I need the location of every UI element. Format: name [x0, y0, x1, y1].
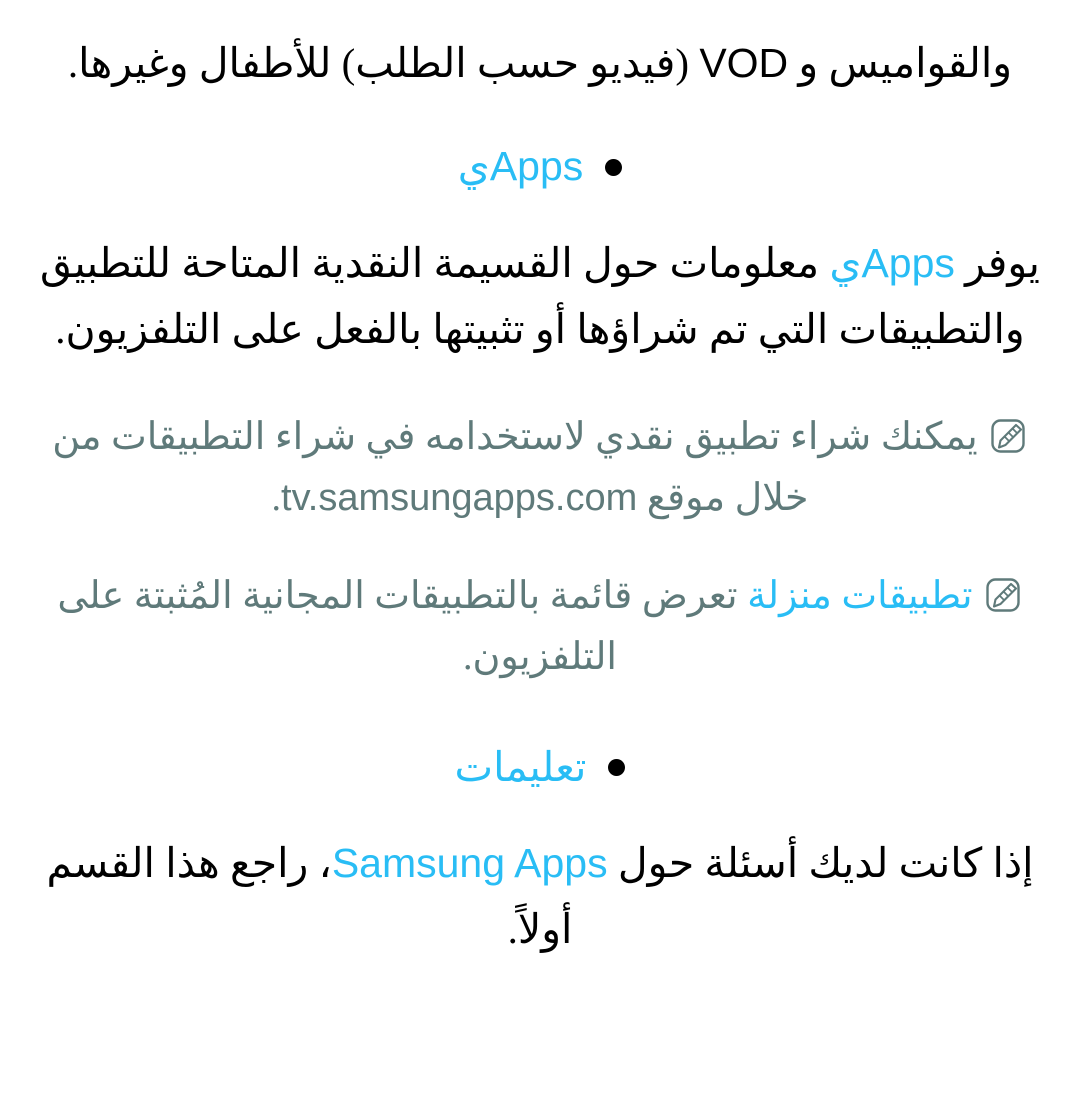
bullet-dot-icon	[605, 158, 623, 176]
apps-desc-arabic-tail: ي	[829, 239, 862, 286]
instructions-paragraph: إذا كانت لديك أسئلة حول Samsung Apps، را…	[28, 830, 1052, 963]
intro-prefix-text: والقواميس و	[788, 40, 1013, 86]
note-pencil-icon	[988, 416, 1028, 456]
samsung-apps-label: Samsung Apps	[331, 840, 608, 886]
apps-latin-text: Apps	[489, 143, 584, 190]
instructions-before: إذا كانت لديك أسئلة حول	[607, 840, 1034, 886]
intro-continued-paragraph: والقواميس و VOD (فيديو حسب الطلب) للأطفا…	[28, 30, 1052, 96]
note-pencil-icon	[983, 575, 1023, 615]
intro-suffix-text: (فيديو حسب الطلب) للأطفال وغيرها.	[67, 40, 700, 86]
apps-arabic-suffix: ي	[457, 143, 490, 190]
section-heading-apps: Appsي	[28, 140, 1052, 193]
section-heading-instructions-label: تعليمات	[454, 743, 587, 790]
note-2-text-after: تعرض قائمة بالتطبيقات المجانية المُثبتة …	[57, 574, 748, 679]
note-2-accent-term: تطبيقات منزلة	[747, 574, 973, 617]
note-downloaded-apps: تطبيقات منزلة تعرض قائمة بالتطبيقات المج…	[28, 566, 1052, 689]
samsung-apps-url: tv.samsungapps.com	[281, 477, 638, 520]
apps-desc-before: يوفر	[954, 239, 1040, 286]
bullet-dot-icon	[608, 758, 626, 776]
note-1-text-after: .	[271, 477, 282, 520]
vod-label: VOD	[699, 40, 789, 86]
manual-page: والقواميس و VOD (فيديو حسب الطلب) للأطفا…	[0, 0, 1080, 1104]
apps-desc-latin: Apps	[861, 239, 955, 286]
section-heading-instructions: تعليمات	[28, 741, 1052, 794]
apps-description-paragraph: يوفر Appsي معلومات حول القسيمة النقدية ا…	[28, 230, 1052, 363]
section-heading-apps-label: Appsي	[458, 140, 584, 193]
note-purchase-cash-app: يمكنك شراء تطبيق نقدي لاستخدامه في شراء …	[28, 407, 1052, 530]
